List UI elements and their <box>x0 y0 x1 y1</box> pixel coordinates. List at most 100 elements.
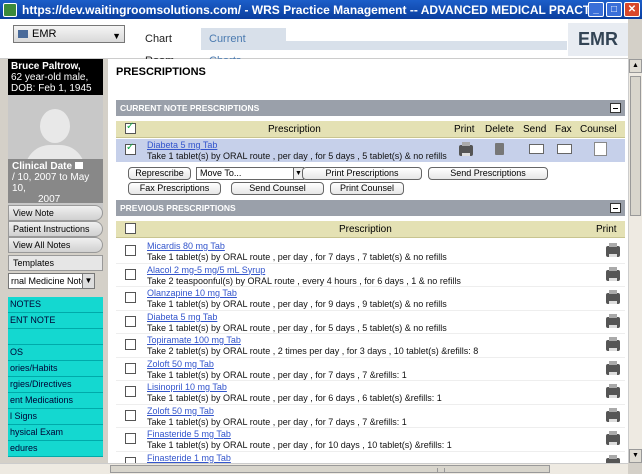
select-all-checkbox[interactable] <box>125 121 136 134</box>
col-counsel: Counsel <box>580 124 617 135</box>
print-counsel-button[interactable]: Print Counsel <box>330 182 404 195</box>
select-all-checkbox[interactable] <box>125 223 136 234</box>
printer-icon[interactable] <box>606 384 620 398</box>
row-checkbox[interactable] <box>125 339 136 350</box>
table-row: Diabeta 5 mg Tab Take 1 tablet(s) by ORAL… <box>116 311 625 334</box>
collapse-icon[interactable] <box>610 203 621 213</box>
note-type-value: rnal Medicine Note <box>11 276 87 286</box>
printer-icon[interactable] <box>606 360 620 375</box>
prescription-link[interactable]: Topiramate 100 mg Tab <box>147 335 478 346</box>
prescription-link[interactable]: Diabeta 5 mg Tab <box>147 312 447 323</box>
scroll-thumb[interactable] <box>630 76 641 216</box>
nav-item-current-medications[interactable]: ent Medications <box>8 393 103 409</box>
printer-icon[interactable] <box>606 431 620 445</box>
table-row: Finasteride 5 mg Tab Take 1 tablet(s) by … <box>116 428 625 452</box>
maximize-button[interactable]: □ <box>606 2 622 17</box>
prescription-desc: Take 1 tablet(s) by ORAL route , per day… <box>147 322 447 333</box>
printer-icon[interactable] <box>606 407 620 422</box>
counsel-icon[interactable] <box>594 142 607 156</box>
collapse-icon[interactable] <box>610 103 621 113</box>
prescription-link[interactable]: Micardis 80 mg Tab <box>147 241 447 252</box>
col-prescription: Prescription <box>339 224 392 235</box>
prescription-desc: Take 2 tablet(s) by ORAL route , 2 times… <box>147 346 479 356</box>
tab-current-charts[interactable]: Current Charts <box>201 28 286 67</box>
view-all-notes-button[interactable]: View All Notes <box>8 237 103 253</box>
nav-item-vital-signs[interactable]: l Signs <box>8 409 103 425</box>
row-checkbox[interactable] <box>125 142 136 155</box>
move-to-select[interactable]: Move To... ▼ <box>196 167 304 180</box>
tabs: Chart Room Current Charts <box>137 28 567 67</box>
patient-header: Bruce Paltrow, 62 year-old male, DOB: Fe… <box>8 59 103 95</box>
close-button[interactable]: ✕ <box>624 2 640 17</box>
printer-icon[interactable] <box>606 243 620 257</box>
send-counsel-button[interactable]: Send Counsel <box>231 182 324 195</box>
col-fax: Fax <box>555 124 572 135</box>
patient-instructions-button[interactable]: Patient Instructions <box>8 221 103 237</box>
prescription-link[interactable]: Diabeta 5 mg Tab <box>147 140 447 151</box>
row-checkbox[interactable] <box>125 433 136 444</box>
note-type-select[interactable]: rnal Medicine Note ▼ <box>8 273 95 289</box>
module-select[interactable]: EMR ▼ <box>13 25 125 43</box>
row-checkbox[interactable] <box>125 292 136 303</box>
prescription-desc: Take 1 tablet(s) by ORAL route , per day… <box>147 151 447 161</box>
tab-chart-room[interactable]: Chart Room <box>137 28 207 67</box>
fax-prescriptions-button[interactable]: Fax Prescriptions <box>128 182 221 195</box>
prescription-link[interactable]: Zoloft 50 mg Tab <box>147 406 407 417</box>
nav-item-current-note[interactable]: ENT NOTE <box>8 313 103 329</box>
printer-icon[interactable] <box>606 266 620 281</box>
printer-icon[interactable] <box>459 142 473 156</box>
printer-icon[interactable] <box>606 290 620 304</box>
prescription-desc: Take 2 teaspoonful(s) by ORAL route , ev… <box>147 275 461 286</box>
previous-prescriptions-header: PREVIOUS PRESCRIPTIONS <box>116 200 625 216</box>
send-prescriptions-button[interactable]: Send Prescriptions <box>428 167 548 180</box>
app-topbar: EMR ▼ Chart Room Current Charts EMR <box>0 19 628 67</box>
minimize-button[interactable]: _ <box>588 2 604 17</box>
window-title: https://dev.waitingroomsolutions.com/ - … <box>22 2 588 17</box>
prescription-link[interactable]: Zoloft 50 mg Tab <box>147 359 407 370</box>
table-row: Zoloft 50 mg Tab Take 1 tablet(s) by ORAL… <box>116 358 625 381</box>
table-row: Micardis 80 mg Tab Take 1 tablet(s) by OR… <box>116 240 625 264</box>
prescription-link[interactable]: Finasteride 5 mg Tab <box>147 429 452 440</box>
prescription-link[interactable]: Olanzapine 10 mg Tab <box>147 288 447 299</box>
represcribe-button[interactable]: Represcribe <box>128 167 191 180</box>
nav-item-notes[interactable]: NOTES <box>8 297 103 313</box>
vertical-scrollbar[interactable]: ▲ ▼ <box>628 59 642 463</box>
scroll-thumb[interactable] <box>110 465 550 473</box>
row-checkbox[interactable] <box>125 409 136 421</box>
printer-icon[interactable] <box>606 337 620 351</box>
scroll-down-icon[interactable]: ▼ <box>629 449 642 463</box>
row-checkbox[interactable] <box>125 268 136 280</box>
horizontal-scrollbar[interactable] <box>0 463 628 474</box>
printer-icon[interactable] <box>606 313 620 328</box>
scroll-up-icon[interactable]: ▲ <box>629 59 642 73</box>
row-checkbox[interactable] <box>125 362 136 374</box>
col-prescription: Prescription <box>268 124 321 135</box>
table-row: Alacol 2 mg-5 mg/5 mL Syrup Take 2 teaspo… <box>116 264 625 287</box>
send-icon[interactable] <box>529 144 544 154</box>
prescription-link[interactable]: Finasteride 1 mg Tab <box>147 453 231 464</box>
nav-item-blank[interactable] <box>8 329 103 345</box>
view-note-button[interactable]: View Note <box>8 205 103 221</box>
row-checkbox[interactable] <box>125 386 136 397</box>
nav-item-histories-habits[interactable]: ories/Habits <box>8 361 103 377</box>
prescription-link[interactable]: Lisinopril 10 mg Tab <box>147 382 442 393</box>
prescription-desc: Take 1 tablet(s) by ORAL route , per day… <box>147 416 407 427</box>
table-row: Topiramate 100 mg Tab Take 2 tablet(s) by… <box>116 334 625 358</box>
templates-button[interactable]: Templates <box>8 255 103 271</box>
emr-logo: EMR <box>568 23 628 56</box>
trash-icon[interactable] <box>495 143 504 155</box>
page-title: PRESCRIPTIONS <box>116 66 206 78</box>
current-table-header: Prescription Print Delete Send Fax Couns… <box>116 121 625 138</box>
nav-item-os[interactable]: OS <box>8 345 103 361</box>
fax-icon[interactable] <box>557 144 572 154</box>
nav-item-physical-exam[interactable]: hysical Exam <box>8 425 103 441</box>
row-checkbox[interactable] <box>125 315 136 327</box>
print-prescriptions-button[interactable]: Print Prescriptions <box>302 167 422 180</box>
prescription-link[interactable]: Alacol 2 mg-5 mg/5 mL Syrup <box>147 265 461 276</box>
nav-item-allergies-directives[interactable]: rgies/Directives <box>8 377 103 393</box>
row-checkbox[interactable] <box>125 245 136 256</box>
calendar-icon[interactable] <box>75 162 84 169</box>
section-title: CURRENT NOTE PRESCRIPTIONS <box>120 103 260 113</box>
nav-item-procedures[interactable]: edures <box>8 441 103 457</box>
col-print: Print <box>596 224 617 235</box>
